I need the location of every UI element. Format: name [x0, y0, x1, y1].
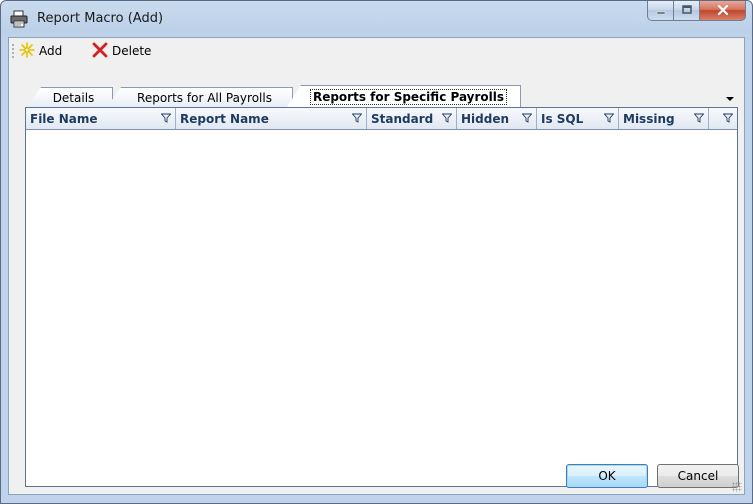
dialog-body: Add Delete Details Reports for All Payro…: [8, 37, 745, 495]
reports-grid[interactable]: File Name Report Name Standard Hidden Is…: [25, 107, 738, 487]
red-x-icon: [92, 42, 112, 61]
add-label: Add: [39, 44, 63, 58]
sparkle-add-icon: [19, 41, 39, 61]
funnel-filter-icon[interactable]: [441, 112, 454, 126]
funnel-filter-icon[interactable]: [351, 112, 364, 126]
column-header-report-name[interactable]: Report Name: [176, 108, 367, 129]
delete-label: Delete: [112, 44, 152, 58]
cancel-button[interactable]: Cancel: [657, 464, 739, 488]
minimize-icon: [656, 4, 666, 18]
column-header-standard[interactable]: Standard: [367, 108, 457, 129]
window-controls: [647, 1, 746, 21]
close-icon: [717, 4, 729, 18]
column-label: Standard: [371, 111, 434, 126]
funnel-filter-icon[interactable]: [603, 112, 616, 126]
column-label: Report Name: [180, 111, 269, 126]
window-title: Report Macro (Add): [37, 11, 164, 26]
delete-button[interactable]: Delete: [92, 41, 151, 61]
column-header-file-name[interactable]: File Name: [26, 108, 176, 129]
funnel-filter-icon[interactable]: [722, 112, 735, 126]
column-header-missing[interactable]: Missing: [619, 108, 709, 129]
tab-reports-all-payrolls[interactable]: Reports for All Payrolls: [107, 87, 293, 107]
column-header-extra[interactable]: [709, 108, 737, 129]
funnel-filter-icon[interactable]: [521, 112, 534, 126]
printer-icon: [10, 10, 28, 28]
add-button[interactable]: Add: [19, 41, 62, 61]
column-label: Is SQL: [541, 111, 584, 126]
grid-header: File Name Report Name Standard Hidden Is…: [26, 108, 737, 130]
column-header-hidden[interactable]: Hidden: [457, 108, 537, 129]
cancel-label: Cancel: [677, 469, 719, 483]
minimize-button[interactable]: [647, 1, 674, 21]
ok-button[interactable]: OK: [566, 464, 648, 488]
funnel-filter-icon[interactable]: [693, 112, 706, 126]
tab-details-label: Details: [52, 90, 95, 105]
tab-details[interactable]: Details: [27, 87, 113, 107]
close-button[interactable]: [700, 1, 746, 21]
toolbar: Add Delete: [9, 38, 744, 64]
toolbar-grip[interactable]: [12, 43, 14, 59]
report-macro-window: Report Macro (Add) Add Delete Details Re…: [0, 0, 753, 504]
tab-reports-specific-payrolls[interactable]: Reports for Specific Payrolls: [287, 85, 521, 107]
tab-strip: Details Reports for All Payrolls Reports…: [15, 83, 740, 107]
tab-reports-specific-payrolls-label: Reports for Specific Payrolls: [309, 88, 508, 105]
resize-grip[interactable]: [732, 482, 742, 492]
tab-overflow-dropdown-icon[interactable]: [726, 97, 734, 101]
column-label: File Name: [30, 111, 98, 126]
column-label: Missing: [623, 111, 675, 126]
column-header-is-sql[interactable]: Is SQL: [537, 108, 619, 129]
tab-reports-all-payrolls-label: Reports for All Payrolls: [137, 90, 272, 105]
maximize-icon: [681, 4, 692, 18]
ok-label: OK: [598, 469, 616, 483]
funnel-filter-icon[interactable]: [160, 112, 173, 126]
maximize-button[interactable]: [674, 1, 700, 21]
title-bar[interactable]: Report Macro (Add): [1, 1, 752, 37]
column-label: Hidden: [461, 111, 510, 126]
